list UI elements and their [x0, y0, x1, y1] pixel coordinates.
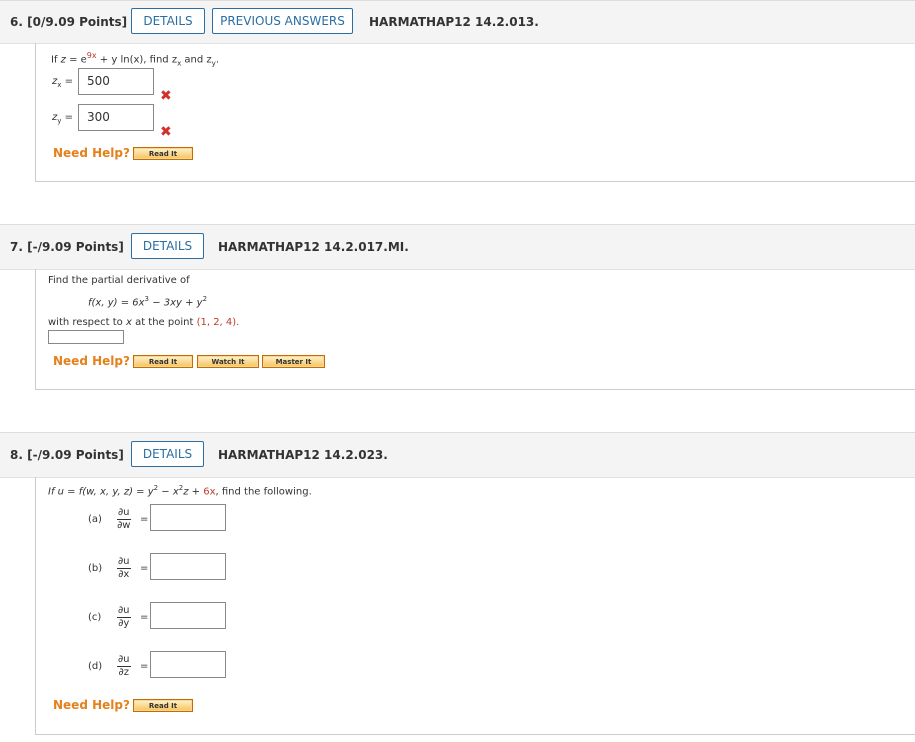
question-number: 8.	[10, 448, 23, 462]
part-label: (b)	[88, 563, 103, 574]
denominator: ∂w	[117, 520, 131, 531]
part-label: (a)	[88, 514, 102, 525]
zx-answer-input[interactable]: 500	[78, 68, 154, 95]
points-label: [-/9.09 Points]	[27, 240, 124, 254]
question-7-points: 7. [-/9.09 Points]	[10, 240, 124, 254]
details-button[interactable]: DETAILS	[131, 233, 204, 259]
question-6-header: 6. [0/9.09 Points] DETAILS PREVIOUS ANSW…	[0, 0, 915, 44]
prompt-text: with respect to	[48, 317, 126, 328]
zy-label: zy =	[52, 112, 73, 125]
question-8-header: 8. [-/9.09 Points] DETAILS HARMATHAP12 1…	[0, 432, 915, 478]
answer-input-a[interactable]	[150, 504, 226, 531]
problem-code: HARMATHAP12 14.2.023.	[218, 448, 388, 462]
partial-derivative: ∂u ∂x	[117, 556, 131, 581]
prompt-text: at the point	[131, 317, 197, 328]
prompt-text: = e	[65, 54, 87, 66]
fn-text: f(x, y) = 6x	[88, 297, 145, 309]
exponent: 2	[202, 295, 208, 303]
need-help-label: Need Help?	[53, 146, 130, 160]
need-help-label: Need Help?	[53, 354, 130, 368]
prompt-text: + y ln(x), find z	[96, 54, 178, 66]
read-it-button[interactable]: Read It	[133, 355, 193, 368]
read-it-button[interactable]: Read It	[133, 699, 193, 712]
need-help-label: Need Help?	[53, 698, 130, 712]
question-prompt: with respect to x at the point (1, 2, 4)…	[48, 317, 239, 328]
function-expression: f(x, y) = 6x3 − 3xy + y2	[88, 295, 207, 308]
points-label: [0/9.09 Points]	[27, 15, 128, 29]
previous-answers-button[interactable]: PREVIOUS ANSWERS	[212, 8, 353, 34]
equals: =	[140, 514, 149, 525]
question-number: 6.	[10, 15, 23, 29]
part-label: (c)	[88, 612, 102, 623]
answer-input-b[interactable]	[150, 553, 226, 580]
prompt-text: If u = f(w, x, y, z) = y	[48, 486, 154, 498]
zx-label: zx =	[52, 76, 73, 89]
prompt-text: z +	[183, 486, 204, 498]
problem-code: HARMATHAP12 14.2.017.MI.	[218, 240, 409, 254]
prompt-text: and z	[181, 54, 212, 66]
question-6-body: If z = e9x + y ln(x), find zx and zy. zx…	[35, 43, 915, 182]
question-7-body: Find the partial derivative of f(x, y) =…	[35, 269, 915, 390]
prompt-text: If	[51, 54, 61, 66]
numerator: ∂u	[117, 605, 131, 618]
partial-derivative: ∂u ∂y	[117, 605, 131, 630]
question-prompt: If z = e9x + y ln(x), find zx and zy.	[51, 51, 219, 67]
question-prompt: Find the partial derivative of	[48, 275, 190, 286]
question-7-header: 7. [-/9.09 Points] DETAILS HARMATHAP12 1…	[0, 224, 915, 270]
prompt-text: .	[215, 54, 219, 66]
incorrect-icon: ✖	[160, 124, 172, 140]
numerator: ∂u	[117, 556, 131, 569]
details-button[interactable]: DETAILS	[131, 441, 204, 467]
master-it-button[interactable]: Master It	[262, 355, 325, 368]
prompt-text: − x	[158, 486, 179, 498]
incorrect-icon: ✖	[160, 88, 172, 104]
partial-derivative: ∂u ∂z	[117, 654, 131, 679]
details-button[interactable]: DETAILS	[131, 8, 205, 34]
answer-input-c[interactable]	[150, 602, 226, 629]
partial-derivative: ∂u ∂w	[117, 507, 131, 532]
fn-text: − 3xy + y	[149, 297, 203, 309]
question-6-points: 6. [0/9.09 Points]	[10, 15, 127, 29]
prompt-text: , find the following.	[215, 486, 312, 498]
denominator: ∂z	[118, 667, 129, 678]
question-8-body: If u = f(w, x, y, z) = y2 − x2z + 6x, fi…	[35, 477, 915, 735]
equals: =	[140, 612, 149, 623]
numerator: ∂u	[117, 507, 131, 520]
answer-input[interactable]	[48, 330, 124, 344]
equals: =	[64, 112, 73, 123]
subscript: y	[57, 117, 62, 125]
points-label: [-/9.09 Points]	[27, 448, 124, 462]
question-8-points: 8. [-/9.09 Points]	[10, 448, 124, 462]
equals: =	[140, 563, 149, 574]
question-prompt: If u = f(w, x, y, z) = y2 − x2z + 6x, fi…	[48, 484, 312, 497]
part-label: (d)	[88, 661, 103, 672]
answer-input-d[interactable]	[150, 651, 226, 678]
point-value: (1, 2, 4).	[196, 317, 240, 328]
denominator: ∂x	[118, 569, 130, 580]
watch-it-button[interactable]: Watch It	[197, 355, 259, 368]
coefficient: 6x	[203, 486, 216, 498]
problem-code: HARMATHAP12 14.2.013.	[369, 15, 539, 29]
subscript: x	[57, 81, 62, 89]
denominator: ∂y	[118, 618, 130, 629]
read-it-button[interactable]: Read It	[133, 147, 193, 160]
zy-answer-input[interactable]: 300	[78, 104, 154, 131]
equals: =	[140, 661, 149, 672]
exponent: 9x	[86, 51, 97, 60]
question-number: 7.	[10, 240, 23, 254]
numerator: ∂u	[117, 654, 131, 667]
equals: =	[64, 76, 73, 87]
